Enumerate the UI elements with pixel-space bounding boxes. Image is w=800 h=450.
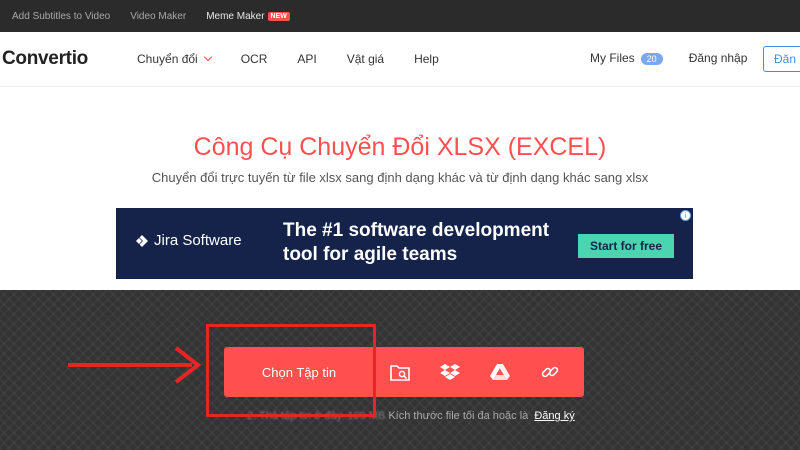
ad-headline-line2: tool for agile teams <box>283 244 458 265</box>
logo[interactable]: Convertio <box>2 48 88 70</box>
page-subtitle: Chuyển đổi trực tuyến từ file xlsx sang … <box>151 170 649 185</box>
upload-note-text: Kích thước file tối đa hoặc là <box>388 410 529 422</box>
url-link-button[interactable] <box>525 347 575 397</box>
ad-info-icon[interactable]: i <box>680 210 691 221</box>
nav-convert-label: Chuyển đổi <box>137 52 198 66</box>
signup-link[interactable]: Đăng ký <box>534 410 574 422</box>
nav-item-convert[interactable]: Chuyển đổi <box>137 52 212 66</box>
browse-folder-button[interactable] <box>375 347 425 397</box>
ad-cta-button[interactable]: Start for free <box>578 234 674 258</box>
main-nav: Chuyển đổi OCR API Vật giá Help <box>137 52 439 66</box>
topbar-link-subtitles[interactable]: Add Subtitles to Video <box>12 11 110 22</box>
nav-item-pricing[interactable]: Vật giá <box>347 52 384 66</box>
dropbox-button[interactable] <box>425 347 475 397</box>
nav-item-ocr[interactable]: OCR <box>241 52 268 66</box>
top-strip: Add Subtitles to Video Video Maker Meme … <box>0 0 800 32</box>
pointer-arrow-icon <box>68 346 202 384</box>
meme-maker-label: Meme Maker <box>206 10 265 22</box>
nav-item-help[interactable]: Help <box>414 52 439 66</box>
ad-banner[interactable]: Jira Software The #1 software developmen… <box>116 208 693 279</box>
signup-button[interactable]: Đăn <box>763 46 800 72</box>
google-drive-icon <box>490 364 510 380</box>
jira-logo-icon <box>136 234 148 247</box>
ad-headline-line1: The #1 software development <box>283 220 550 241</box>
ad-headline: The #1 software development tool for agi… <box>283 219 549 267</box>
my-files-link[interactable]: My Files 20 <box>590 51 663 65</box>
new-badge: NEW <box>267 11 290 21</box>
my-files-label: My Files <box>590 51 635 65</box>
account-nav: My Files 20 Đăng nhập <box>590 51 747 65</box>
ad-brand-label: Jira Software <box>154 232 242 249</box>
topbar-link-meme-maker[interactable]: Meme Maker NEW <box>206 11 290 22</box>
link-icon <box>541 366 559 378</box>
google-drive-button[interactable] <box>475 347 525 397</box>
highlight-box <box>206 324 376 417</box>
login-link[interactable]: Đăng nhập <box>689 51 748 65</box>
files-count-badge: 20 <box>640 53 663 65</box>
ad-brand: Jira Software <box>136 232 242 249</box>
chevron-down-icon <box>203 52 212 62</box>
dropbox-icon <box>440 364 460 380</box>
page-title: Công Cụ Chuyển Đổi XLSX (EXCEL) <box>193 133 607 161</box>
folder-search-icon <box>390 365 410 381</box>
nav-item-api[interactable]: API <box>297 52 316 66</box>
topbar-link-video-maker[interactable]: Video Maker <box>130 11 186 22</box>
main-header: Convertio Chuyển đổi OCR API Vật giá Hel… <box>0 32 800 87</box>
